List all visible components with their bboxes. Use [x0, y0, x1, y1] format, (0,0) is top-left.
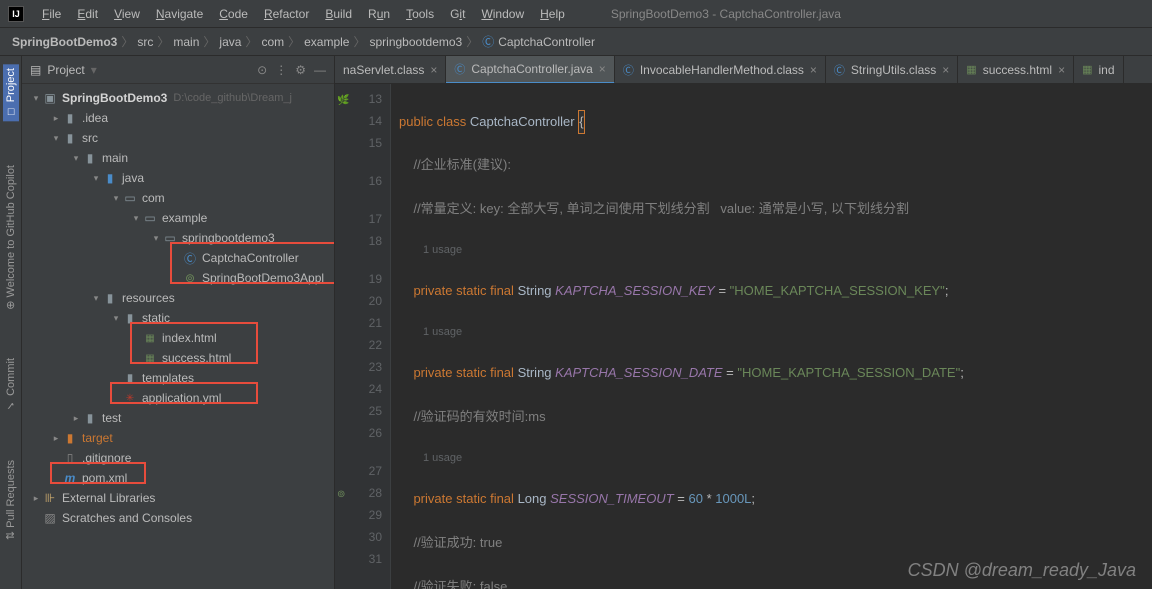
- bc-item[interactable]: java: [219, 35, 241, 49]
- tree-success-html[interactable]: ▦success.html: [22, 348, 334, 368]
- class-icon: Ⓒ: [834, 62, 845, 78]
- code-area[interactable]: 🌿13 14 15 16 17 18 19 20 21 22 23 24 25 …: [335, 84, 1152, 589]
- tree-com[interactable]: ▾▭com: [22, 188, 334, 208]
- tree-extlib[interactable]: ▸⊪External Libraries: [22, 488, 334, 508]
- bc-item[interactable]: example: [304, 35, 349, 49]
- tab-invocable[interactable]: ⒸInvocableHandlerMethod.class×: [615, 56, 826, 84]
- tree-src[interactable]: ▾▮src: [22, 128, 334, 148]
- menu-build[interactable]: Build: [319, 5, 358, 23]
- project-panel: ▤ Project ▾ ⊙ ⋮ ⚙ — ▾▣SpringBootDemo3D:\…: [22, 56, 335, 589]
- panel-title: Project: [47, 63, 84, 77]
- tab-captcha[interactable]: ⒸCaptchaController.java×: [446, 56, 614, 84]
- class-icon: Ⓒ: [482, 33, 494, 50]
- run-icon[interactable]: 🌿: [337, 90, 349, 112]
- tree-gitignore[interactable]: ▯.gitignore: [22, 448, 334, 468]
- main-menu: File Edit View Navigate Code Refactor Bu…: [36, 5, 571, 23]
- locate-icon[interactable]: ⊙: [257, 63, 267, 77]
- class-icon: Ⓒ: [623, 62, 634, 78]
- close-icon[interactable]: ×: [599, 62, 606, 76]
- bc-item[interactable]: com: [261, 35, 284, 49]
- tree-test[interactable]: ▸▮test: [22, 408, 334, 428]
- tree-templates[interactable]: ▮templates: [22, 368, 334, 388]
- tab-stringutils[interactable]: ⒸStringUtils.class×: [826, 56, 958, 84]
- tree-resources[interactable]: ▾▮resources: [22, 288, 334, 308]
- gear-icon[interactable]: ⚙: [295, 63, 306, 77]
- app-icon: IJ: [8, 6, 24, 22]
- left-tab-pr[interactable]: ⇅ Pull Requests: [2, 456, 19, 544]
- bc-item[interactable]: main: [173, 35, 199, 49]
- breadcrumb: SpringBootDemo3〉 src〉 main〉 java〉 com〉 e…: [0, 28, 1152, 56]
- menu-navigate[interactable]: Navigate: [150, 5, 209, 23]
- project-view-icon: ▤: [30, 63, 41, 77]
- tree-app-class[interactable]: ⊚SpringBootDemo3Appl: [22, 268, 334, 288]
- left-tab-commit[interactable]: ✓ Commit: [2, 354, 19, 416]
- tree-target[interactable]: ▸▮target: [22, 428, 334, 448]
- close-icon[interactable]: ×: [810, 63, 817, 77]
- endpoint-icon[interactable]: ⊚: [337, 484, 345, 506]
- tree-static[interactable]: ▾▮static: [22, 308, 334, 328]
- editor-tabs: naServlet.class× ⒸCaptchaController.java…: [335, 56, 1152, 84]
- tab-index-html[interactable]: ▦ind: [1074, 56, 1123, 84]
- tree-pom[interactable]: mpom.xml: [22, 468, 334, 488]
- left-tab-project[interactable]: □ Project: [3, 64, 19, 121]
- usage-hint[interactable]: 1 usage: [399, 324, 1144, 340]
- close-icon[interactable]: ×: [942, 63, 949, 77]
- close-icon[interactable]: ×: [430, 63, 437, 77]
- usage-hint[interactable]: 1 usage: [399, 450, 1144, 466]
- tab-success-html[interactable]: ▦success.html×: [958, 56, 1074, 84]
- tree-root[interactable]: ▾▣SpringBootDemo3D:\code_github\Dream_j: [22, 88, 334, 108]
- tree-idea[interactable]: ▸▮.idea: [22, 108, 334, 128]
- options-icon[interactable]: ⋮: [275, 63, 287, 77]
- tree-scratch[interactable]: ▨Scratches and Consoles: [22, 508, 334, 528]
- menu-help[interactable]: Help: [534, 5, 571, 23]
- menu-run[interactable]: Run: [362, 5, 396, 23]
- menu-edit[interactable]: Edit: [71, 5, 104, 23]
- close-icon[interactable]: ×: [1058, 63, 1065, 77]
- menu-file[interactable]: File: [36, 5, 67, 23]
- class-icon: Ⓒ: [454, 61, 465, 77]
- menu-view[interactable]: View: [108, 5, 146, 23]
- bc-item[interactable]: springbootdemo3: [370, 35, 463, 49]
- bc-item[interactable]: CaptchaController: [498, 35, 595, 49]
- left-tab-copilot[interactable]: ⊕ Welcome to GitHub Copilot: [2, 161, 19, 314]
- left-tool-strip: □ Project ⊕ Welcome to GitHub Copilot ✓ …: [0, 56, 22, 589]
- menu-window[interactable]: Window: [475, 5, 530, 23]
- tree-pkg[interactable]: ▾▭springbootdemo3: [22, 228, 334, 248]
- menu-refactor[interactable]: Refactor: [258, 5, 315, 23]
- bc-item[interactable]: SpringBootDemo3: [12, 35, 117, 49]
- gutter: 🌿13 14 15 16 17 18 19 20 21 22 23 24 25 …: [335, 84, 391, 589]
- menu-git[interactable]: Git: [444, 5, 471, 23]
- bc-item[interactable]: src: [137, 35, 153, 49]
- watermark: CSDN @dream_ready_Java: [908, 560, 1136, 581]
- tree-captcha-class[interactable]: ⒸCaptchaController: [22, 248, 334, 268]
- hide-icon[interactable]: —: [314, 63, 326, 77]
- tree-java[interactable]: ▾▮java: [22, 168, 334, 188]
- menu-code[interactable]: Code: [213, 5, 254, 23]
- window-title: SpringBootDemo3 - CaptchaController.java: [611, 7, 841, 21]
- tree-main[interactable]: ▾▮main: [22, 148, 334, 168]
- panel-header: ▤ Project ▾ ⊙ ⋮ ⚙ —: [22, 56, 334, 84]
- menu-tools[interactable]: Tools: [400, 5, 440, 23]
- usage-hint[interactable]: 1 usage: [399, 242, 1144, 258]
- tab-servlet[interactable]: naServlet.class×: [335, 56, 446, 84]
- titlebar: IJ File Edit View Navigate Code Refactor…: [0, 0, 1152, 28]
- html-icon: ▦: [966, 63, 976, 76]
- tree-index-html[interactable]: ▦index.html: [22, 328, 334, 348]
- tree-example[interactable]: ▾▭example: [22, 208, 334, 228]
- project-tree: ▾▣SpringBootDemo3D:\code_github\Dream_j …: [22, 84, 334, 589]
- tree-app-yml[interactable]: ✳application.yml: [22, 388, 334, 408]
- html-icon: ▦: [1082, 63, 1092, 76]
- code[interactable]: public class CaptchaController { //企业标准(…: [391, 84, 1152, 589]
- editor-area: naServlet.class× ⒸCaptchaController.java…: [335, 56, 1152, 589]
